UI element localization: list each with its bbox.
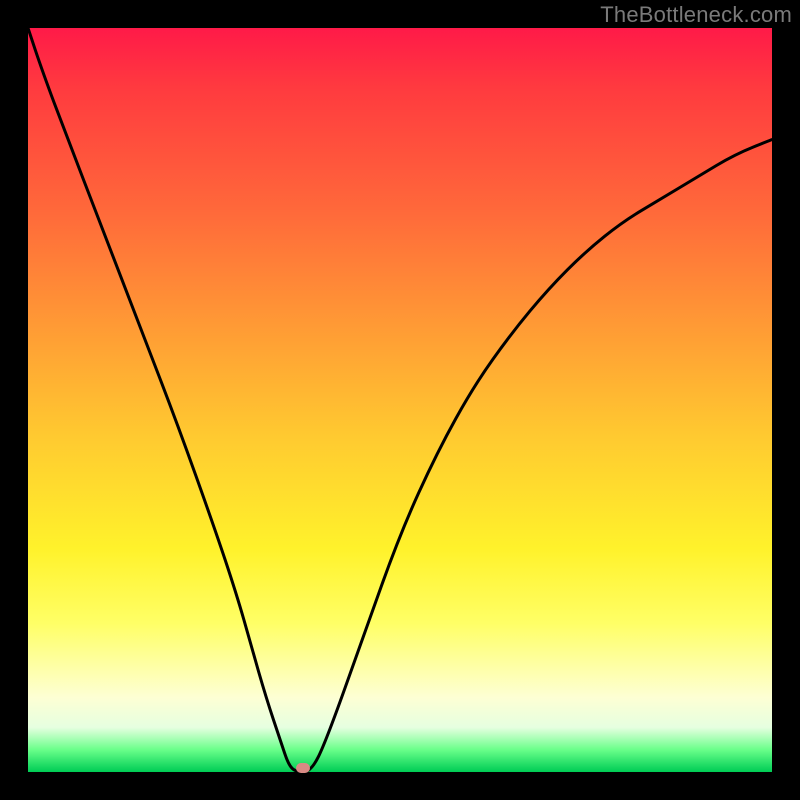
bottleneck-curve — [28, 28, 772, 772]
curve-svg — [28, 28, 772, 772]
watermark-text: TheBottleneck.com — [600, 2, 792, 28]
plot-area — [28, 28, 772, 772]
chart-frame: TheBottleneck.com — [0, 0, 800, 800]
min-point-marker — [296, 763, 310, 773]
